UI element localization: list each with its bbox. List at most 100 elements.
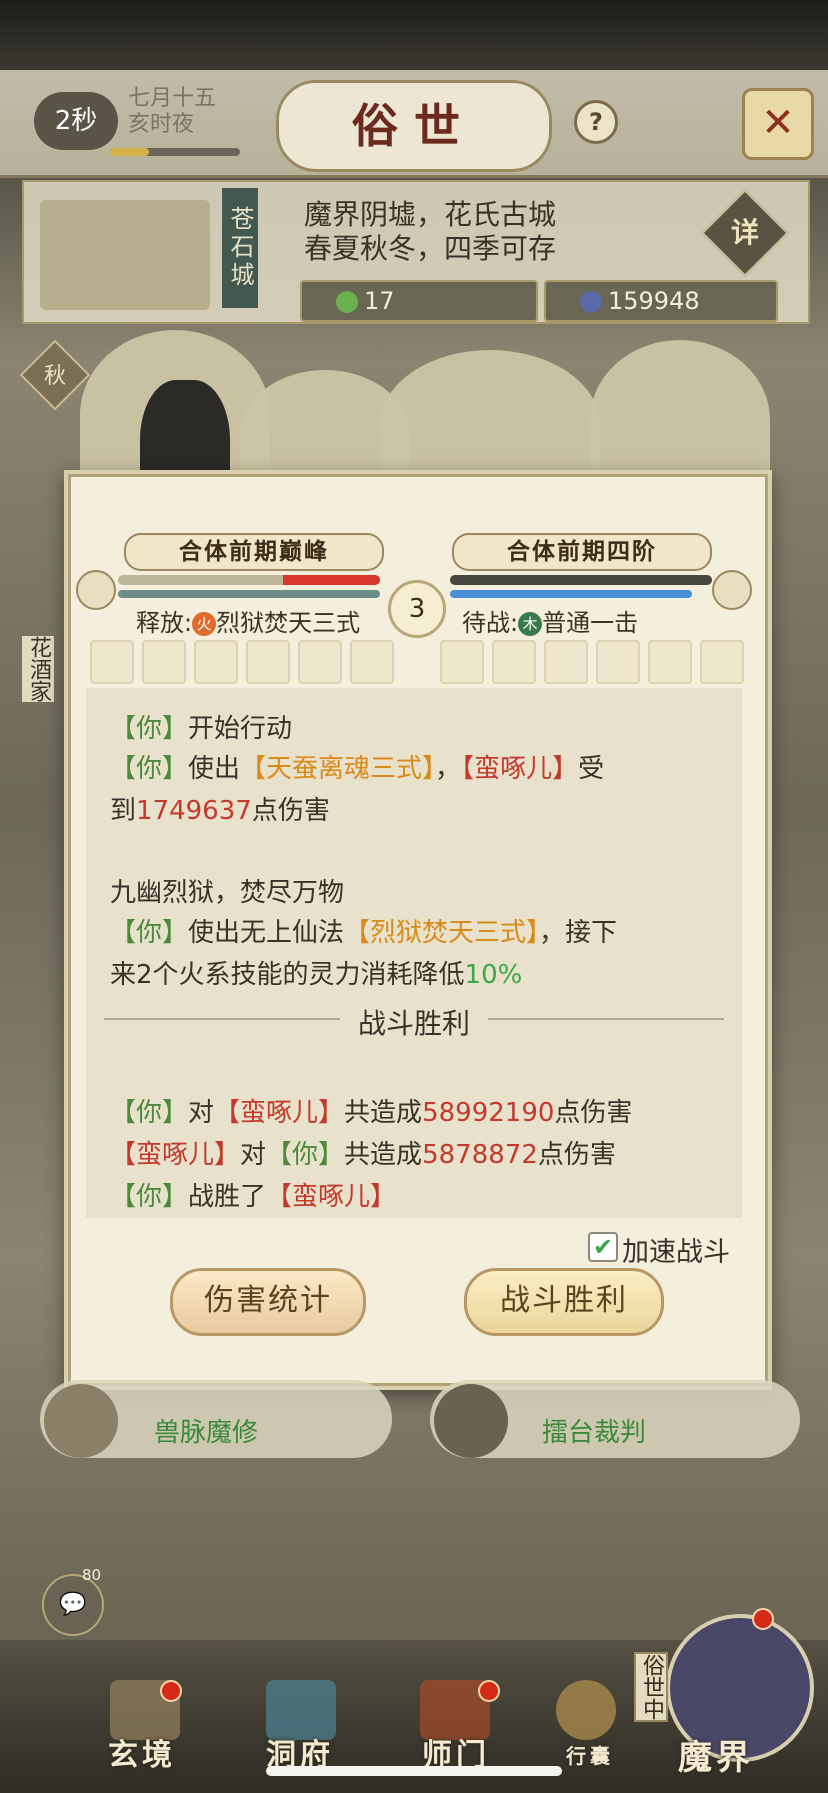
right-buff-slot [544, 640, 588, 684]
log-text: 开始行动 [188, 714, 293, 744]
summary-line: 【蛮啄儿】对【你】共造成5878872点伤害 [110, 1134, 616, 1171]
left-buff-slot [142, 640, 186, 684]
shop-sign: 花酒家 [22, 636, 54, 702]
victory-divider-label: 战斗胜利 [340, 1002, 488, 1042]
left-buff-slot [298, 640, 342, 684]
log-you: 【你】 [266, 1140, 345, 1170]
right-skill: 待战: 木普通一击 [462, 603, 638, 638]
notification-dot [160, 1680, 182, 1702]
log-text: 对 [240, 1140, 267, 1170]
right-hp-fill [450, 575, 712, 585]
log-text: 点伤害 [554, 1098, 633, 1128]
log-line: 【你】使出无上仙法【烈狱焚天三式】，接下 [110, 912, 617, 949]
left-skill-name: 烈狱焚天三式 [216, 609, 361, 637]
right-skill-prefix: 待战: [462, 609, 519, 637]
npc-avatar-left [44, 1384, 118, 1458]
log-percent: 10% [464, 960, 523, 990]
close-button[interactable]: ✕ [742, 88, 814, 160]
left-buff-slot [246, 640, 290, 684]
right-mp-bar [450, 590, 692, 598]
left-rank-label: 合体前期巅峰 [124, 533, 384, 571]
nav-mojie[interactable]: 魔界 [678, 1730, 754, 1779]
right-avatar-icon [712, 570, 752, 610]
log-line: 来2个火系技能的灵力消耗降低10% [110, 954, 522, 991]
right-skill-name: 普通一击 [542, 609, 639, 637]
date-time: 亥时夜 [128, 112, 195, 137]
city-image [40, 200, 210, 310]
log-enemy: 【蛮啄儿】 [110, 1140, 241, 1170]
resource-coin: 159948 [544, 280, 778, 322]
nav-xingnang[interactable]: 行囊 [566, 1740, 614, 1769]
log-you: 【你】 [110, 1098, 189, 1128]
log-line: 到1749637点伤害 [110, 790, 330, 827]
log-text: 使出无上仙法 [188, 918, 345, 948]
notification-dot [478, 1680, 500, 1702]
spirit-stone-icon [336, 291, 358, 313]
timer-badge: 2秒 [34, 92, 118, 150]
home-indicator[interactable] [266, 1766, 562, 1776]
log-you: 【你】 [110, 714, 189, 744]
chat-bubble-icon: 💬 [59, 1592, 87, 1617]
log-text: 对 [188, 1098, 215, 1128]
right-buff-slot [492, 640, 536, 684]
log-line: 九幽烈狱，焚尽万物 [110, 878, 345, 908]
damage-stats-button[interactable]: 伤害统计 [170, 1268, 366, 1336]
summary-line: 【你】战胜了【蛮啄儿】 [110, 1176, 396, 1213]
round-counter: 3 [388, 580, 446, 638]
wood-element-icon: 木 [518, 612, 543, 636]
notification-dot [752, 1608, 774, 1630]
left-buff-slot [350, 640, 394, 684]
fire-element-icon: 火 [192, 612, 217, 636]
right-rank-label: 合体前期四阶 [452, 533, 712, 571]
victory-button[interactable]: 战斗胜利 [464, 1268, 664, 1336]
log-line: 【你】开始行动 [110, 708, 292, 745]
log-text: 战胜了 [188, 1182, 267, 1212]
log-enemy: 【蛮啄儿】 [461, 754, 579, 784]
left-hp-bar [118, 575, 380, 585]
desc-line-2: 春夏秋冬，四季可存 [304, 232, 557, 265]
left-skill-prefix: 释放: [136, 609, 193, 637]
resource-2-value: 159948 [608, 287, 700, 315]
log-text: 共造成 [344, 1140, 423, 1170]
game-date: 七月十五 亥时夜 [128, 86, 216, 138]
right-hp-bar [450, 575, 712, 585]
log-you: 【你】 [110, 1182, 189, 1212]
log-text: ， [435, 754, 462, 784]
log-enemy: 【蛮啄儿】 [214, 1098, 345, 1128]
resource-spirit-stone: 17 [300, 280, 538, 322]
chat-badge: 80 [82, 1566, 102, 1584]
coin-icon [580, 291, 602, 313]
left-skill: 释放: 火烈狱焚天三式 [136, 603, 360, 638]
speedup-checkbox[interactable]: ✔ [588, 1232, 618, 1262]
right-buff-slot [440, 640, 484, 684]
season-label: 秋 [43, 364, 66, 389]
log-text: 点伤害 [537, 1140, 616, 1170]
right-buff-slot [596, 640, 640, 684]
summary-line: 【你】对【蛮啄儿】共造成58992190点伤害 [110, 1092, 632, 1129]
left-avatar-icon [76, 570, 116, 610]
page-title: 俗世 [276, 80, 552, 172]
time-progress [110, 148, 240, 156]
desc-line-1: 魔界阴墟，花氏古城 [304, 198, 557, 231]
log-skill: 【烈狱焚天三式】 [344, 918, 540, 948]
log-text: 来2个火系技能的灵力消耗降低 [110, 960, 465, 990]
npc-avatar-right [434, 1384, 508, 1458]
resource-1-value: 17 [364, 287, 395, 315]
detail-label: 详 [730, 216, 759, 249]
bag-icon [556, 1680, 616, 1740]
nav-xuanjing[interactable]: 玄境 [108, 1730, 176, 1774]
status-vertical-label: 俗世中 [634, 1652, 668, 1722]
help-button[interactable]: ? [574, 100, 618, 144]
right-buff-slot [700, 640, 744, 684]
left-hp-fill [283, 575, 380, 585]
right-buff-slot [648, 640, 692, 684]
log-line: 【你】使出【天蚕离魂三式】，【蛮啄儿】受 [110, 748, 604, 785]
npc-role-right: 擂台裁判 [542, 1418, 647, 1448]
log-you: 【你】 [110, 754, 189, 784]
log-text: 点伤害 [251, 796, 330, 826]
speedup-label[interactable]: 加速战斗 [622, 1230, 730, 1269]
log-text: 到 [110, 796, 137, 826]
log-text: 共造成 [344, 1098, 423, 1128]
left-buff-slot [90, 640, 134, 684]
log-damage: 5878872 [422, 1140, 538, 1170]
